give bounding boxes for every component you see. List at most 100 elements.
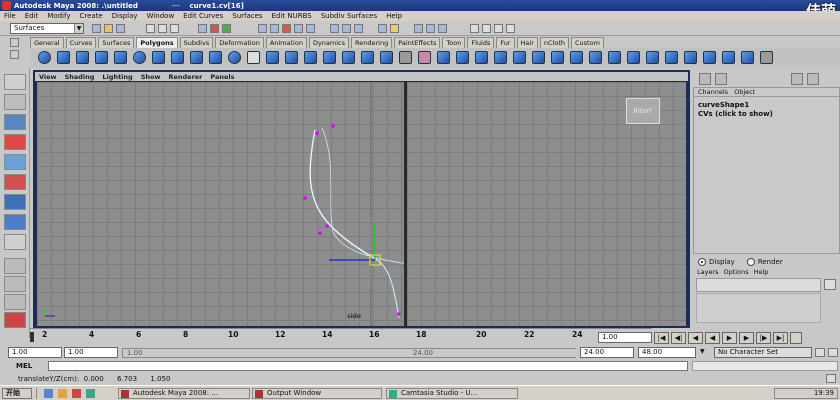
poly-soccer-ball-icon[interactable] [228, 51, 241, 64]
render-radio[interactable] [746, 257, 755, 266]
bridge-icon[interactable] [532, 51, 545, 64]
browser-icon[interactable] [58, 389, 67, 398]
move-tool-icon[interactable] [4, 134, 26, 150]
layer-menu-help[interactable]: Help [754, 268, 769, 276]
help-icon[interactable] [390, 24, 399, 33]
select-tool-icon[interactable] [4, 74, 26, 90]
channel-box-menu-channels[interactable]: Channels [698, 88, 728, 97]
rotate-tool-icon[interactable] [4, 154, 26, 170]
layer-editor-toggle-icon[interactable] [715, 72, 727, 85]
attribute-editor-icon[interactable] [482, 24, 491, 33]
menu-edit-nurbs[interactable]: Edit NURBS [272, 12, 312, 20]
poly-helix-icon[interactable] [209, 51, 222, 64]
animation-preferences-icon[interactable] [790, 332, 802, 344]
menu-subdiv-surfaces[interactable]: Subdiv Surfaces [321, 12, 377, 20]
menu-file[interactable]: File [4, 12, 16, 20]
display-radio[interactable] [698, 257, 706, 266]
character-set-field[interactable]: No Character Set [714, 347, 812, 358]
shelf-tab-toon[interactable]: Toon [442, 37, 466, 48]
shelf-tab-curves[interactable]: Curves [65, 37, 97, 48]
taskbar-output-window-button[interactable]: Output Window [252, 388, 382, 399]
shelf-tab-ncloth[interactable]: nCloth [539, 37, 569, 48]
folder-icon[interactable] [86, 389, 95, 398]
current-time-marker[interactable] [30, 332, 34, 342]
panel-menu-view[interactable]: View [39, 73, 57, 81]
quadrangulate-icon[interactable] [665, 51, 678, 64]
boolean-intersection-icon[interactable] [380, 51, 393, 64]
animation-end-field[interactable]: 48.00 [638, 347, 696, 358]
select-component-icon[interactable] [170, 24, 179, 33]
step-forward-icon[interactable]: |▶ [756, 332, 771, 344]
single-pane-layout-icon[interactable] [4, 258, 26, 274]
poly-cylinder-icon[interactable] [76, 51, 89, 64]
ipr-render-icon[interactable] [426, 24, 435, 33]
show-hide-sidebar-icon[interactable] [470, 24, 479, 33]
extract-icon[interactable] [304, 51, 317, 64]
poly-pipe-icon[interactable] [190, 51, 203, 64]
poly-plane-icon[interactable] [114, 51, 127, 64]
panel-menu-shading[interactable]: Shading [65, 73, 95, 81]
menu-create[interactable]: Create [79, 12, 102, 20]
mask-handles-icon[interactable] [210, 24, 219, 33]
layer-menu-layers[interactable]: Layers [697, 268, 719, 276]
four-pane-layout-icon[interactable] [4, 276, 26, 292]
command-input[interactable] [48, 361, 688, 371]
range-slider-handle[interactable]: 1.00 24.00 [123, 349, 577, 357]
snap-point-icon[interactable] [282, 24, 291, 33]
shelf-tab-subdivs[interactable]: Subdivs [179, 37, 214, 48]
go-to-start-icon[interactable]: |◀ [654, 332, 669, 344]
channel-box-toggle-icon[interactable] [699, 72, 711, 85]
start-button[interactable]: 开始 [2, 388, 32, 399]
current-frame-field[interactable]: 1.00 [598, 332, 652, 343]
menu-edit-curves[interactable]: Edit Curves [183, 12, 223, 20]
split-polygon-icon[interactable] [456, 51, 469, 64]
poly-sphere-icon[interactable] [38, 51, 51, 64]
lasso-tool-icon[interactable] [4, 94, 26, 110]
script-editor-icon[interactable] [826, 374, 836, 383]
playback-start-field[interactable]: 1.00 [64, 347, 118, 358]
scale-tool-icon[interactable] [4, 174, 26, 190]
construction-history-icon[interactable] [378, 24, 387, 33]
uv-texture-editor-icon[interactable] [760, 51, 773, 64]
play-forwards-icon[interactable]: ▶ [722, 332, 737, 344]
boolean-union-icon[interactable] [342, 51, 355, 64]
input-ops-icon[interactable] [342, 24, 351, 33]
shelf-tab-custom[interactable]: Custom [571, 37, 604, 48]
play-backwards-icon[interactable]: ◀ [705, 332, 720, 344]
shelf-tab-fluids[interactable]: Fluids [467, 37, 495, 48]
poly-cube-icon[interactable] [57, 51, 70, 64]
menu-help[interactable]: Help [386, 12, 402, 20]
playback-end-field[interactable]: 24.00 [580, 347, 634, 358]
layer-list-empty[interactable] [696, 293, 821, 323]
new-layer-icon[interactable] [824, 279, 836, 290]
taskbar-maya-button[interactable]: Autodesk Maya 2008: ... [118, 388, 250, 399]
snap-grid-icon[interactable] [258, 24, 267, 33]
taskbar-camtasia-button[interactable]: Camtasia Studio - U... [386, 388, 518, 399]
render-settings-icon[interactable] [438, 24, 447, 33]
mask-icon[interactable] [198, 24, 207, 33]
shelf-tab-surfaces[interactable]: Surfaces [98, 37, 135, 48]
select-hierarchy-icon[interactable] [146, 24, 155, 33]
panel-menu-renderer[interactable]: Renderer [168, 73, 202, 81]
render-frame-icon[interactable] [414, 24, 423, 33]
poly-pyramid-icon[interactable] [171, 51, 184, 64]
history-icon[interactable] [330, 24, 339, 33]
channel-box-layout-icon[interactable] [791, 72, 803, 85]
smooth-icon[interactable] [323, 51, 336, 64]
command-language-label[interactable]: MEL [16, 362, 32, 370]
poly-prism-icon[interactable] [152, 51, 165, 64]
shelf-tab-fur[interactable]: Fur [496, 37, 515, 48]
poly-cone-icon[interactable] [95, 51, 108, 64]
triangulate-icon[interactable] [646, 51, 659, 64]
media-icon[interactable] [72, 389, 81, 398]
save-scene-icon[interactable] [116, 24, 125, 33]
merge-to-center-icon[interactable] [589, 51, 602, 64]
animation-start-field[interactable]: 1.00 [8, 347, 62, 358]
shelf-editor-icon[interactable] [10, 50, 19, 59]
shelf-tab-animation[interactable]: Animation [265, 37, 307, 48]
shelf-tab-polygons[interactable]: Polygons [136, 37, 178, 48]
append-polygon-icon[interactable] [437, 51, 450, 64]
menu-set-select[interactable]: Surfaces ▼ [10, 23, 84, 34]
shelf-tab-rendering[interactable]: Rendering [351, 37, 393, 48]
boolean-difference-icon[interactable] [361, 51, 374, 64]
